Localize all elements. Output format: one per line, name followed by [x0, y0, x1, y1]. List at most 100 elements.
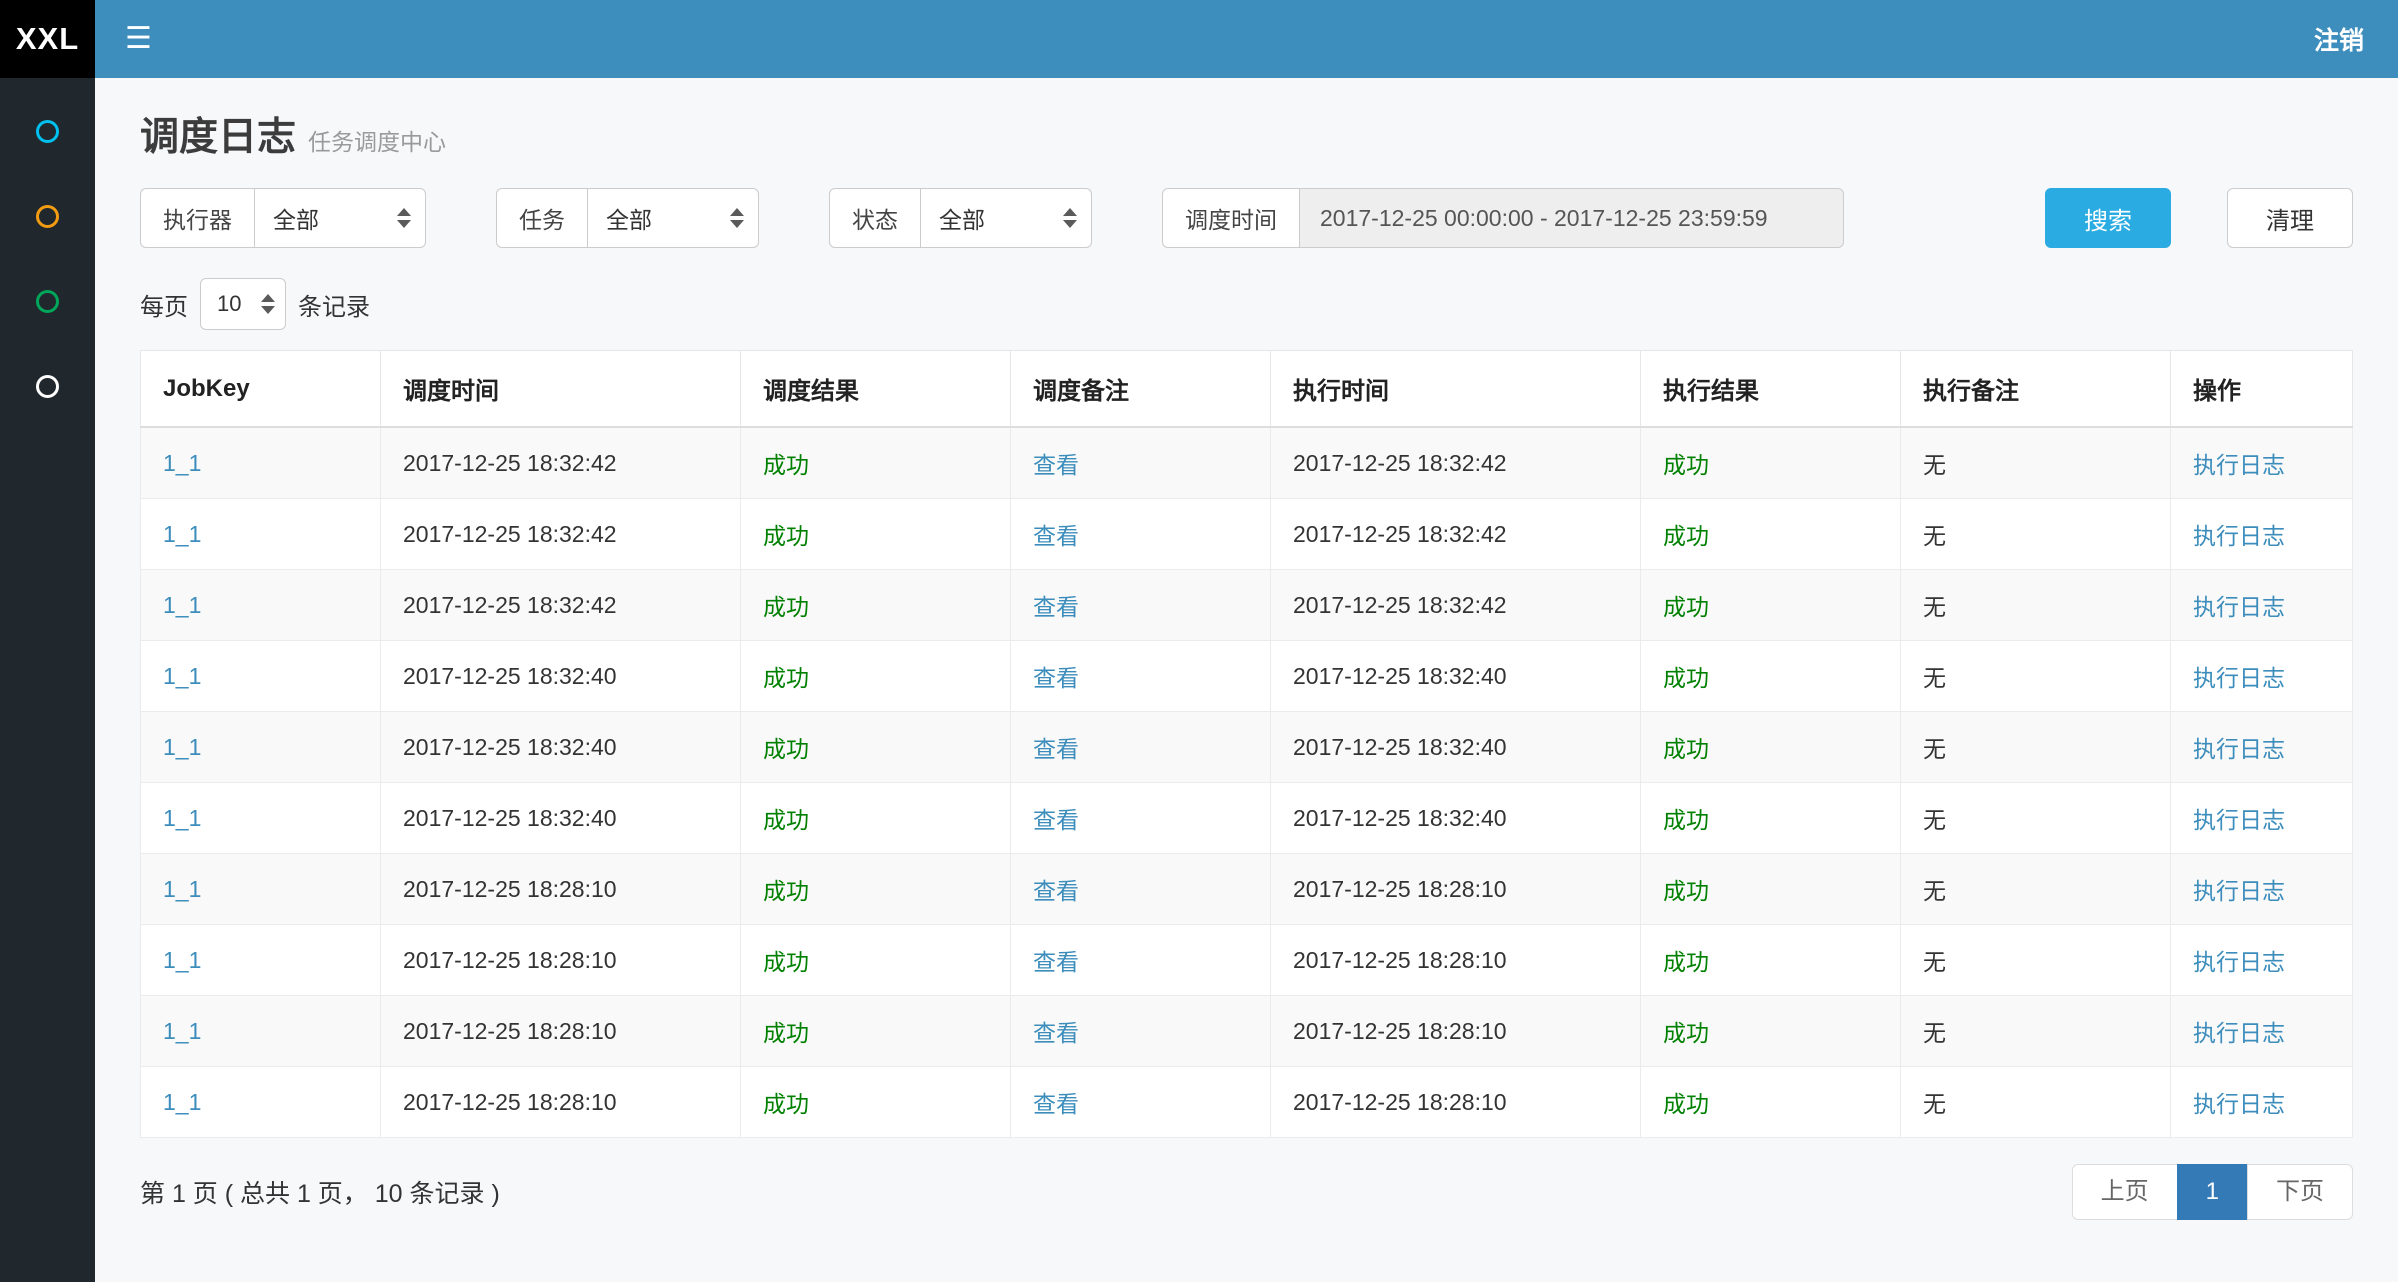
view-trigger-msg-link[interactable]: 查看 — [1033, 665, 1079, 691]
execution-log-link[interactable]: 执行日志 — [2193, 523, 2285, 549]
sidebar-item-3[interactable] — [36, 290, 59, 313]
execution-log-link[interactable]: 执行日志 — [2193, 1020, 2285, 1046]
view-trigger-msg-link[interactable]: 查看 — [1033, 523, 1079, 549]
sidebar-item-4[interactable] — [36, 375, 59, 398]
trigger-result-cell: 成功 — [741, 641, 1011, 712]
executor-select-value: 全部 — [273, 201, 319, 235]
view-trigger-msg-link[interactable]: 查看 — [1033, 452, 1079, 478]
circle-outline-icon-cyan — [36, 120, 59, 143]
status-filter-label: 状态 — [829, 188, 920, 248]
sidebar-toggle-icon[interactable]: ☰ — [95, 0, 182, 78]
circle-outline-icon-green — [36, 290, 59, 313]
circle-outline-icon-white — [36, 375, 59, 398]
view-trigger-msg-link[interactable]: 查看 — [1033, 736, 1079, 762]
table-row: 1_1 2017-12-25 18:32:40 成功 查看 2017-12-25… — [141, 712, 2353, 783]
navbar-main: ☰ 注销 — [95, 0, 2398, 78]
table-row: 1_1 2017-12-25 18:28:10 成功 查看 2017-12-25… — [141, 1067, 2353, 1138]
trigger-time-cell: 2017-12-25 18:28:10 — [381, 996, 741, 1067]
table-row: 1_1 2017-12-25 18:28:10 成功 查看 2017-12-25… — [141, 925, 2353, 996]
jobkey-link[interactable]: 1_1 — [163, 663, 201, 689]
table-row: 1_1 2017-12-25 18:28:10 成功 查看 2017-12-25… — [141, 854, 2353, 925]
page-size-row: 每页 10 条记录 — [140, 278, 2353, 330]
col-header-handle-result: 执行结果 — [1641, 351, 1901, 428]
status-select[interactable]: 全部 — [920, 188, 1092, 248]
trigger-result-cell: 成功 — [741, 783, 1011, 854]
page-subtitle: 任务调度中心 — [308, 129, 446, 155]
jobkey-link[interactable]: 1_1 — [163, 947, 201, 973]
handle-msg-cell: 无 — [1901, 570, 2171, 641]
page-size-suffix-label: 条记录 — [298, 287, 370, 322]
view-trigger-msg-link[interactable]: 查看 — [1033, 949, 1079, 975]
jobkey-link[interactable]: 1_1 — [163, 521, 201, 547]
col-header-jobkey: JobKey — [141, 351, 381, 428]
page-title: 调度日志 — [140, 116, 296, 159]
log-table-header: JobKey 调度时间 调度结果 调度备注 执行时间 执行结果 执行备注 操作 — [141, 351, 2353, 428]
sidebar-item-2[interactable] — [36, 205, 59, 228]
execution-log-link[interactable]: 执行日志 — [2193, 878, 2285, 904]
execution-log-link[interactable]: 执行日志 — [2193, 665, 2285, 691]
handle-time-cell: 2017-12-25 18:32:40 — [1271, 641, 1641, 712]
view-trigger-msg-link[interactable]: 查看 — [1033, 1020, 1079, 1046]
execution-log-link[interactable]: 执行日志 — [2193, 452, 2285, 478]
pagination-prev-button[interactable]: 上页 — [2072, 1164, 2178, 1220]
trigger-time-cell: 2017-12-25 18:28:10 — [381, 1067, 741, 1138]
jobkey-link[interactable]: 1_1 — [163, 734, 201, 760]
handle-time-cell: 2017-12-25 18:32:40 — [1271, 712, 1641, 783]
page-size-prefix-label: 每页 — [140, 287, 188, 322]
handle-time-cell: 2017-12-25 18:32:42 — [1271, 427, 1641, 499]
jobkey-link[interactable]: 1_1 — [163, 805, 201, 831]
execution-log-link[interactable]: 执行日志 — [2193, 807, 2285, 833]
execution-log-link[interactable]: 执行日志 — [2193, 594, 2285, 620]
handle-time-cell: 2017-12-25 18:32:40 — [1271, 783, 1641, 854]
handle-time-cell: 2017-12-25 18:28:10 — [1271, 854, 1641, 925]
clear-button[interactable]: 清理 — [2227, 188, 2353, 248]
search-button[interactable]: 搜索 — [2045, 188, 2171, 248]
logout-link[interactable]: 注销 — [2314, 21, 2398, 57]
jobkey-link[interactable]: 1_1 — [163, 450, 201, 476]
handle-msg-cell: 无 — [1901, 499, 2171, 570]
handle-result-cell: 成功 — [1641, 641, 1901, 712]
handle-msg-cell: 无 — [1901, 712, 2171, 783]
execution-log-link[interactable]: 执行日志 — [2193, 736, 2285, 762]
trigger-time-cell: 2017-12-25 18:32:40 — [381, 712, 741, 783]
app-logo[interactable]: XXL — [0, 0, 95, 78]
job-filter-label: 任务 — [496, 188, 587, 248]
view-trigger-msg-link[interactable]: 查看 — [1033, 594, 1079, 620]
jobkey-link[interactable]: 1_1 — [163, 1018, 201, 1044]
handle-result-cell: 成功 — [1641, 712, 1901, 783]
table-footer: 第 1 页 ( 总共 1 页， 10 条记录 ) 上页 1 下页 — [140, 1164, 2353, 1260]
page-size-select-value: 10 — [217, 291, 241, 317]
pagination-page-1-button[interactable]: 1 — [2177, 1164, 2248, 1220]
pagination-next-button[interactable]: 下页 — [2247, 1164, 2353, 1220]
handle-time-cell: 2017-12-25 18:32:42 — [1271, 570, 1641, 641]
top-navbar: XXL ☰ 注销 — [0, 0, 2398, 78]
handle-result-cell: 成功 — [1641, 427, 1901, 499]
page-size-select[interactable]: 10 — [200, 278, 286, 330]
job-select[interactable]: 全部 — [587, 188, 759, 248]
executor-filter-label: 执行器 — [140, 188, 254, 248]
trigger-time-range-input[interactable] — [1299, 188, 1844, 248]
trigger-time-filter-label: 调度时间 — [1162, 188, 1299, 248]
trigger-result-cell: 成功 — [741, 854, 1011, 925]
view-trigger-msg-link[interactable]: 查看 — [1033, 1091, 1079, 1117]
jobkey-link[interactable]: 1_1 — [163, 592, 201, 618]
filter-buttons: 搜索 清理 — [2045, 188, 2353, 248]
trigger-time-cell: 2017-12-25 18:28:10 — [381, 925, 741, 996]
col-header-trigger-msg: 调度备注 — [1011, 351, 1271, 428]
view-trigger-msg-link[interactable]: 查看 — [1033, 878, 1079, 904]
log-table-body: 1_1 2017-12-25 18:32:42 成功 查看 2017-12-25… — [141, 427, 2353, 1138]
handle-time-cell: 2017-12-25 18:28:10 — [1271, 1067, 1641, 1138]
table-row: 1_1 2017-12-25 18:32:42 成功 查看 2017-12-25… — [141, 499, 2353, 570]
jobkey-link[interactable]: 1_1 — [163, 876, 201, 902]
handle-msg-cell: 无 — [1901, 641, 2171, 712]
execution-log-link[interactable]: 执行日志 — [2193, 1091, 2285, 1117]
trigger-time-cell: 2017-12-25 18:32:40 — [381, 783, 741, 854]
trigger-result-cell: 成功 — [741, 499, 1011, 570]
sidebar-item-1[interactable] — [36, 120, 59, 143]
table-row: 1_1 2017-12-25 18:32:42 成功 查看 2017-12-25… — [141, 570, 2353, 641]
trigger-result-cell: 成功 — [741, 570, 1011, 641]
execution-log-link[interactable]: 执行日志 — [2193, 949, 2285, 975]
jobkey-link[interactable]: 1_1 — [163, 1089, 201, 1115]
view-trigger-msg-link[interactable]: 查看 — [1033, 807, 1079, 833]
executor-select[interactable]: 全部 — [254, 188, 426, 248]
